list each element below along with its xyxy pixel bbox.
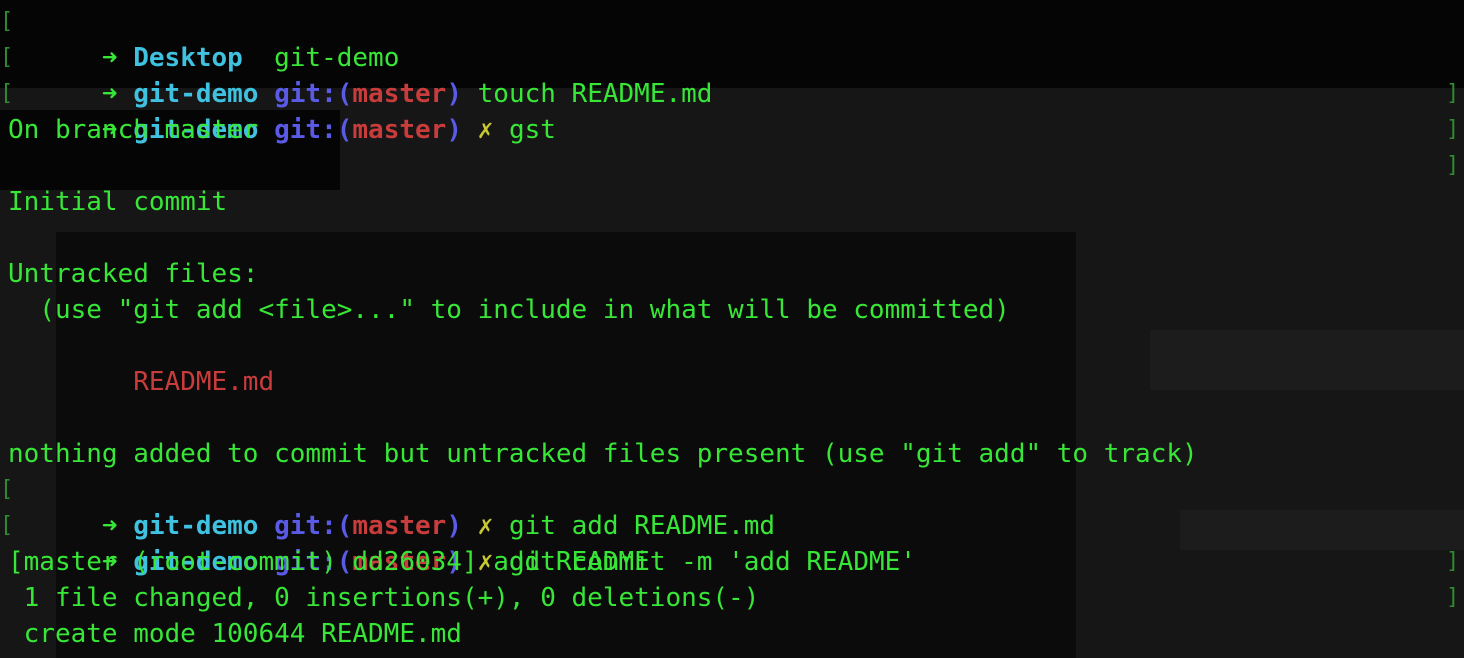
output-line: nothing added to commit but untracked fi…	[8, 439, 1198, 469]
line-bracket-left: [	[0, 81, 14, 106]
prompt-line: [➜ Desktop git-demo ]	[0, 4, 1459, 106]
line-bracket-left: [	[0, 513, 14, 538]
line-bracket-right: ]	[1446, 81, 1460, 106]
prompt-line: [➜ git-demo git:(master) ✗ git commit -m…	[0, 508, 1459, 610]
line-bracket-left: [	[0, 477, 14, 502]
output-line: README.md	[8, 364, 1444, 400]
line-bracket-left: [	[0, 45, 14, 70]
output-line: (use "git add <file>..." to include in w…	[8, 295, 1010, 325]
output-line: 1 file changed, 0 insertions(+), 0 delet…	[8, 583, 760, 613]
output-line: create mode 100644 README.md	[8, 619, 462, 649]
output-line: [master (root-commit) dd26034] add READM…	[8, 547, 650, 577]
line-bracket-right: ]	[1446, 153, 1460, 178]
prompt-line: [➜ git-demo git:(master) ✗ git add READM…	[0, 472, 1459, 574]
prompt-line: [➜ git-demo git:(master) ✗ gst ]	[0, 76, 1459, 178]
output-line: Untracked files:	[8, 259, 259, 289]
line-bracket-right: ]	[1446, 117, 1460, 142]
line-bracket-left: [	[0, 9, 14, 34]
output-line: Initial commit	[8, 187, 228, 217]
line-bracket-right: ]	[1446, 585, 1460, 610]
output-line: On branch master	[8, 115, 259, 145]
prompt-line: [➜ git-demo git:(master) touch README.md…	[0, 40, 1459, 142]
untracked-file: README.md	[133, 367, 275, 397]
line-bracket-right: ]	[1446, 549, 1460, 574]
terminal-window[interactable]: [➜ Desktop git-demo ] [➜ git-demo git:(m…	[0, 0, 1464, 658]
output-indent	[8, 367, 133, 397]
terminal-output: [➜ Desktop git-demo ] [➜ git-demo git:(m…	[0, 4, 1459, 652]
terminal-cursor-wrap	[456, 650, 472, 658]
